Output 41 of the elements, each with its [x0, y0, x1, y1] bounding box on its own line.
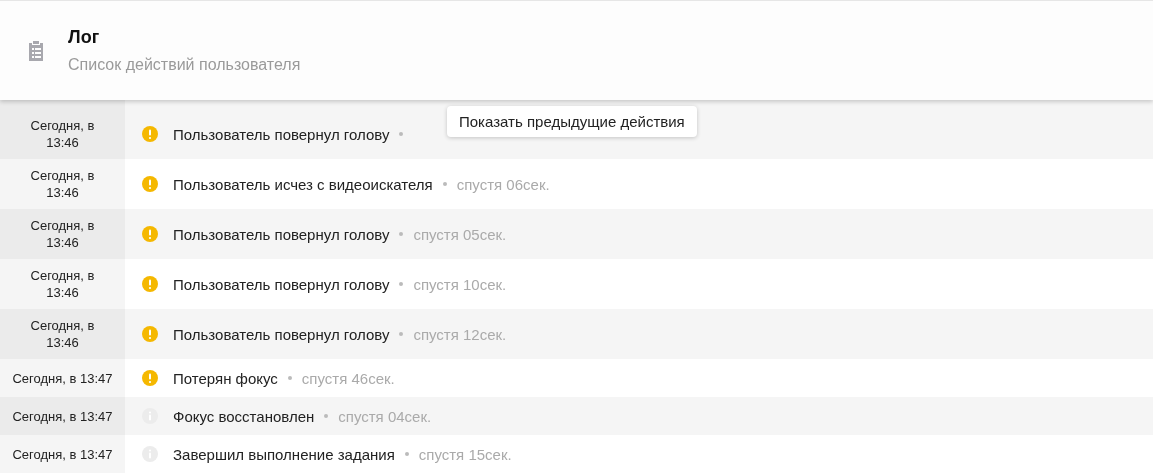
clipboard-icon [26, 39, 46, 62]
log-message: Пользователь повернул голову [173, 325, 390, 343]
elapsed-time: спустя 06сек. [456, 175, 550, 193]
separator-dot [404, 452, 409, 456]
time-cell: Сегодня, в 13:46 [0, 209, 125, 259]
warning-icon [142, 226, 158, 242]
warning-icon [142, 176, 158, 192]
warning-icon [142, 370, 158, 386]
page-title: Лог [68, 27, 100, 48]
separator-dot [442, 182, 447, 186]
log-message: Завершил выполнение задания [173, 445, 395, 463]
separator-dot [399, 132, 404, 136]
elapsed-time: спустя 15сек. [418, 445, 512, 463]
time-cell: Сегодня, в 13:47 [0, 435, 125, 473]
elapsed-time: спустя 05сек. [413, 225, 507, 243]
log-message: Пользователь повернул голову [173, 125, 390, 143]
time-cell: Сегодня, в 13:47 [0, 397, 125, 435]
log-message: Потерян фокус [173, 369, 278, 387]
warning-icon [142, 276, 158, 292]
time-cell: Сегодня, в 13:46 [0, 309, 125, 359]
elapsed-time: спустя 04сек. [338, 407, 432, 425]
time-cell: Сегодня, в 13:47 [0, 359, 125, 397]
separator-dot [324, 414, 329, 418]
elapsed-time: спустя 12сек. [413, 325, 507, 343]
elapsed-time: спустя 46сек. [301, 369, 395, 387]
warning-icon [142, 326, 158, 342]
separator-dot [399, 232, 404, 236]
separator-dot [399, 282, 404, 286]
page-subtitle: Список действий пользователя [68, 56, 301, 74]
log-message: Пользователь исчез с видеоискателя [173, 175, 433, 193]
separator-dot [399, 332, 404, 336]
time-cell: Сегодня, в 13:46 [0, 159, 125, 209]
time-cell: Сегодня, в 13:46 [0, 100, 125, 159]
time-cell: Сегодня, в 13:46 [0, 259, 125, 309]
elapsed-time: спустя 10сек. [413, 275, 507, 293]
log-message: Фокус восстановлен [173, 407, 315, 425]
warning-icon [142, 126, 158, 142]
log-message: Пользователь повернул голову [173, 275, 390, 293]
separator-dot [287, 376, 292, 380]
log-message: Пользователь повернул голову [173, 225, 390, 243]
tooltip: Показать предыдущие действия [447, 106, 697, 137]
